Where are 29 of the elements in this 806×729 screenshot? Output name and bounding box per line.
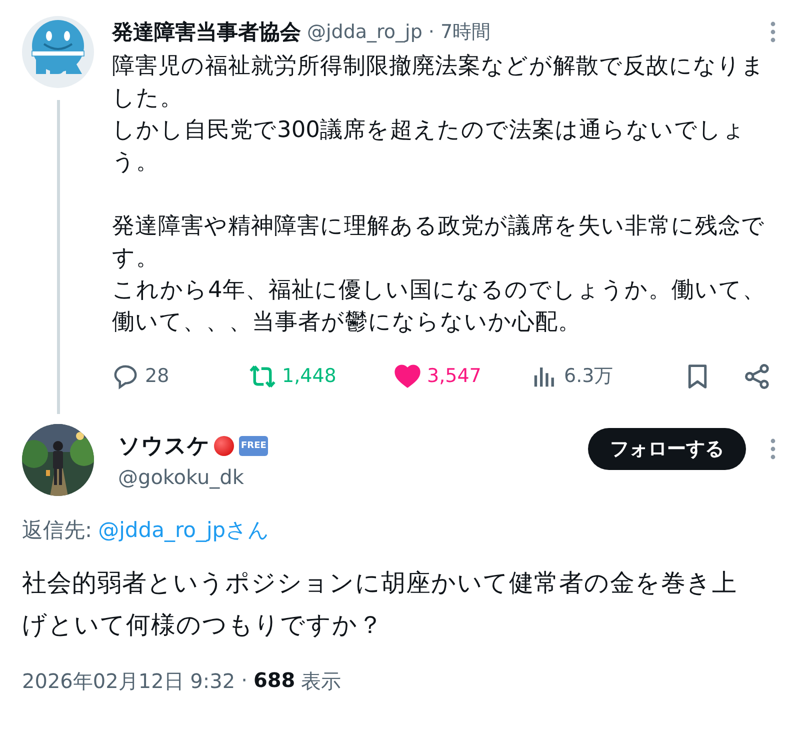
author-handle[interactable]: @jdda_ro_jp	[307, 21, 422, 43]
action-count: 1,448	[282, 365, 336, 387]
action-count: 6.3万	[564, 364, 614, 389]
view-count: 688	[253, 668, 296, 694]
reply-to-label: 返信先:	[22, 517, 92, 544]
post-text: 障害児の福祉就労所得制限撤廃法案などが解散で反故になりました。	[112, 52, 766, 113]
author-name[interactable]: ソウスケ	[118, 431, 210, 461]
post-text: 発達障害や精神障害に理解ある政党が議席を失い非常に残念です。	[112, 212, 766, 273]
circle-emoji-icon	[214, 436, 234, 456]
action-count: 28	[145, 365, 170, 387]
author-name[interactable]: 発達障害当事者協会	[112, 18, 301, 46]
post-time[interactable]: 7時間	[440, 19, 491, 45]
follow-button[interactable]: フォローする	[588, 428, 746, 470]
logo-icon[interactable]	[22, 16, 94, 88]
views-label: 表示	[301, 668, 342, 695]
more-icon[interactable]	[770, 21, 776, 43]
action-count: 3,547	[427, 365, 482, 387]
reply-text: 社会的弱者というポジションに胡座かいて健常者の金を巻き上げといて何様のつもりですか？	[22, 567, 738, 641]
more-icon[interactable]	[770, 438, 776, 460]
share-icon[interactable]	[744, 362, 771, 390]
dot-separator: ·	[428, 21, 434, 43]
dot-separator: ·	[241, 668, 248, 694]
post-text: これから4年、福祉に優しい国になるのでしょうか。働いて、働いて、、、当事者が鬱にならないか心配。	[112, 276, 766, 337]
post-date[interactable]: 2026年02月12日 9:32	[22, 668, 236, 695]
author-handle[interactable]: @gokoku_dk	[118, 465, 588, 489]
comment-icon[interactable]	[112, 362, 139, 390]
heart-icon[interactable]	[394, 362, 421, 390]
free-badge: FREE	[239, 436, 268, 456]
post-text: しかし自民党で300議席を超えたので法案は通らないでしょう。	[112, 116, 747, 177]
